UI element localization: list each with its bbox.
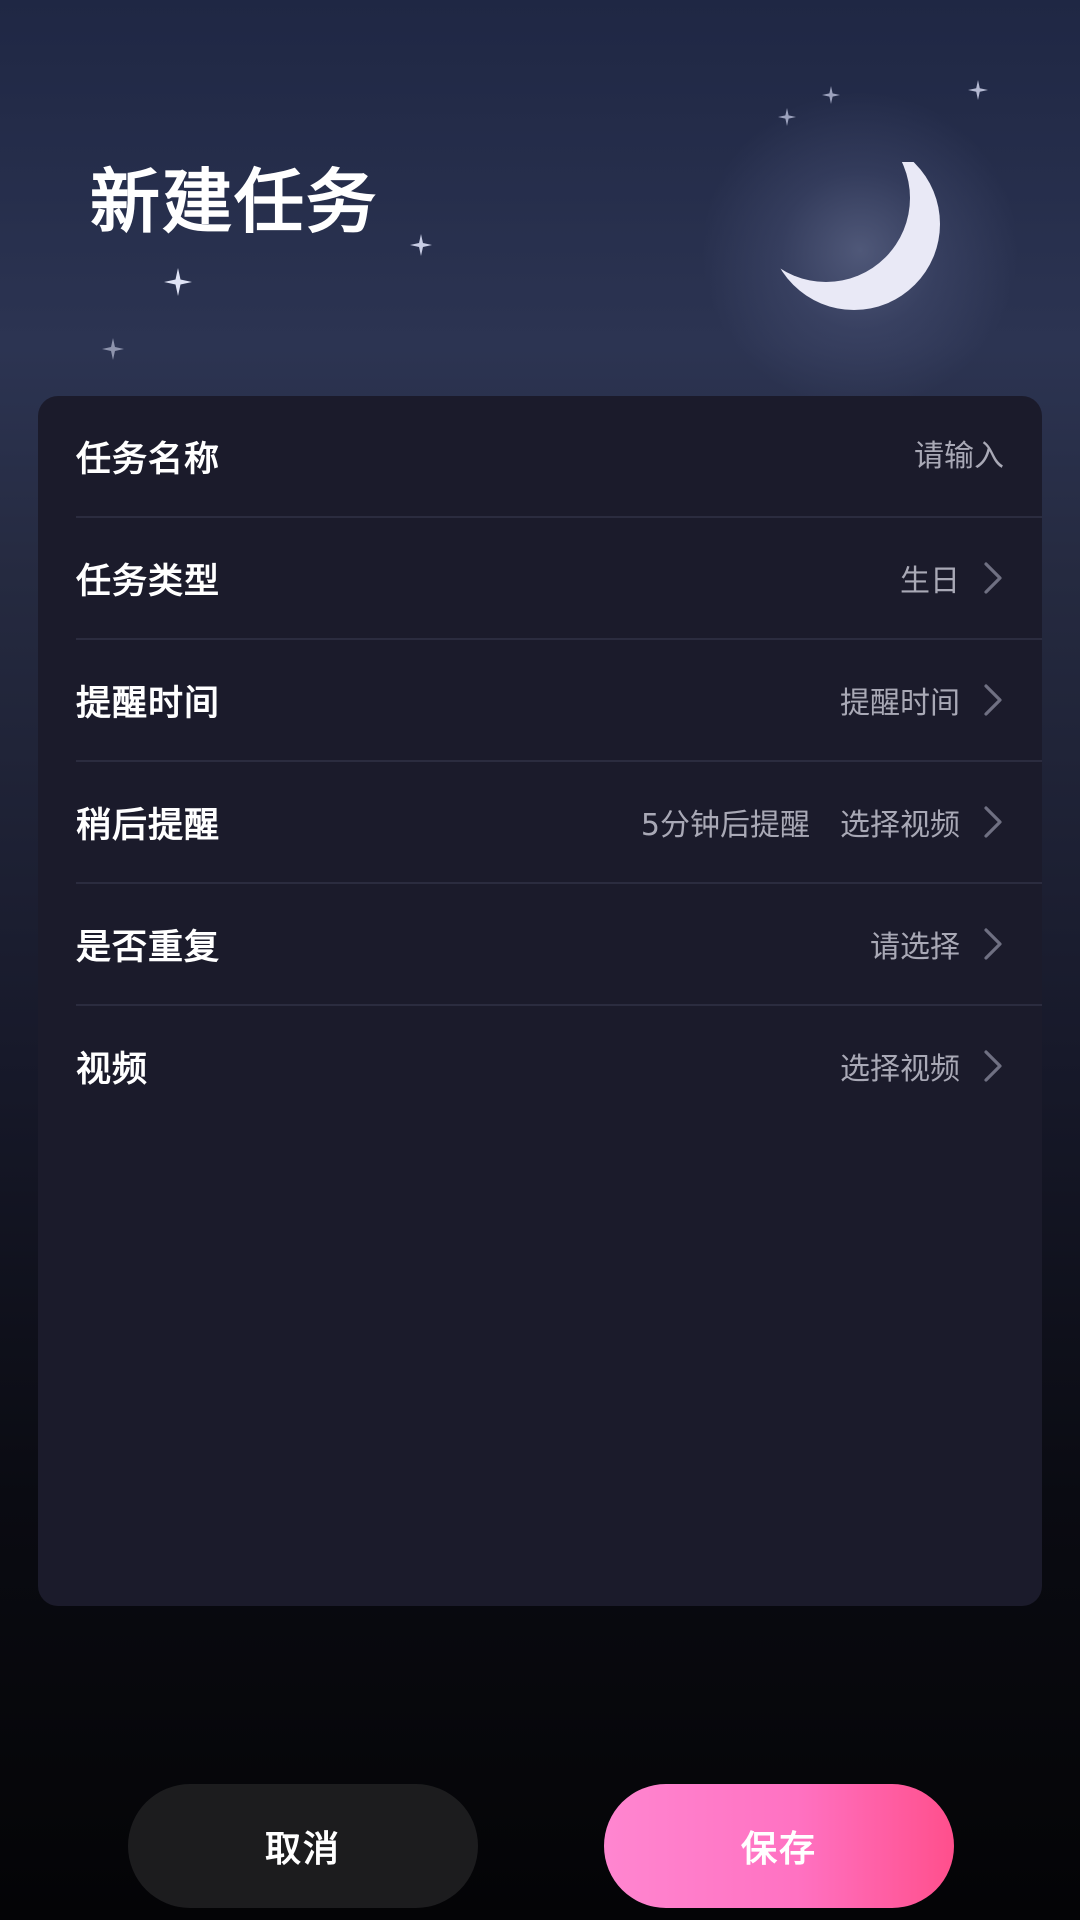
star-icon — [778, 108, 796, 126]
new-task-screen: 新建任务 任务名称 任务类型 生日 提醒时间 提醒时间 — [0, 0, 1080, 1920]
form-row-reminder-time[interactable]: 提醒时间 提醒时间 — [76, 640, 1042, 762]
reminder-time-label: 提醒时间 — [76, 683, 221, 724]
page-title: 新建任务 — [90, 161, 378, 243]
moon-icon — [768, 162, 940, 310]
form-row-task-type[interactable]: 任务类型 生日 — [76, 518, 1042, 640]
video-right: 选择视频 — [840, 1044, 1004, 1088]
task-name-label: 任务名称 — [76, 439, 221, 480]
snooze-label: 稍后提醒 — [76, 805, 221, 846]
star-icon — [822, 86, 840, 104]
reminder-time-value: 提醒时间 — [840, 686, 960, 721]
star-icon — [102, 338, 124, 360]
star-icon — [968, 80, 988, 100]
snooze-interval-value: 5分钟后提醒 — [640, 808, 810, 843]
star-icon — [164, 268, 192, 296]
chevron-right-icon — [984, 684, 1002, 716]
reminder-time-right: 提醒时间 — [840, 678, 1004, 722]
task-type-label: 任务类型 — [76, 561, 221, 602]
task-type-right: 生日 — [900, 556, 1004, 600]
repeat-value: 请选择 — [870, 930, 960, 965]
form-row-video[interactable]: 视频 选择视频 — [76, 1006, 1042, 1126]
task-type-value: 生日 — [900, 564, 960, 599]
task-form-card: 任务名称 任务类型 生日 提醒时间 提醒时间 稍 — [38, 396, 1042, 1606]
repeat-label: 是否重复 — [76, 927, 221, 968]
task-name-right — [644, 438, 1004, 474]
chevron-right-icon — [984, 1050, 1002, 1082]
form-row-task-name[interactable]: 任务名称 — [76, 396, 1042, 518]
star-icon — [410, 234, 432, 256]
video-label: 视频 — [76, 1049, 149, 1090]
form-row-snooze[interactable]: 稍后提醒 5分钟后提醒 选择视频 — [76, 762, 1042, 884]
snooze-right: 5分钟后提醒 选择视频 — [641, 800, 1004, 844]
repeat-right: 请选择 — [870, 922, 1004, 966]
chevron-right-icon — [984, 562, 1002, 594]
chevron-right-icon — [984, 928, 1002, 960]
chevron-right-icon — [984, 806, 1002, 838]
form-row-repeat[interactable]: 是否重复 请选择 — [76, 884, 1042, 1006]
save-button[interactable]: 保存 — [604, 1784, 954, 1908]
cancel-button[interactable]: 取消 — [128, 1784, 478, 1908]
snooze-video-value: 选择视频 — [840, 808, 960, 843]
video-value: 选择视频 — [840, 1052, 960, 1087]
task-name-input[interactable] — [644, 438, 1004, 474]
